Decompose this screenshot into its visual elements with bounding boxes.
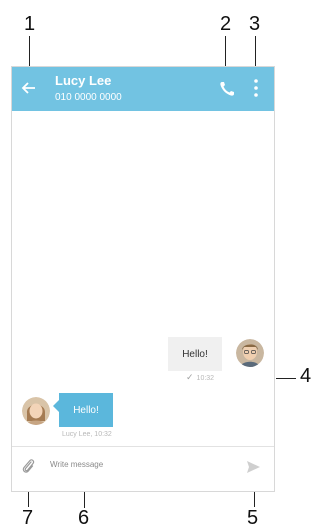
sender-avatar bbox=[22, 397, 50, 425]
callout-1: 1 bbox=[24, 13, 36, 35]
back-arrow-icon[interactable] bbox=[20, 79, 38, 97]
outgoing-message-text: Hello! bbox=[182, 348, 208, 360]
outgoing-message-meta: ✓ 10:32 bbox=[186, 372, 214, 383]
leader-line-4 bbox=[276, 378, 296, 379]
conversation-screen: Lucy Lee 010 0000 0000 Hello! ✓ 10:32 He… bbox=[11, 66, 275, 492]
incoming-message-text: Hello! bbox=[73, 404, 99, 416]
outgoing-message-bubble[interactable]: Hello! bbox=[168, 337, 222, 371]
callout-6: 6 bbox=[78, 507, 90, 529]
message-input[interactable]: Write message bbox=[50, 460, 103, 469]
attach-icon[interactable] bbox=[21, 457, 35, 475]
send-icon[interactable] bbox=[245, 459, 261, 475]
callout-7: 7 bbox=[22, 507, 34, 529]
more-vert-icon[interactable] bbox=[252, 77, 260, 99]
composer-divider bbox=[12, 446, 274, 447]
contact-name: Lucy Lee bbox=[55, 73, 112, 88]
outgoing-message-time: 10:32 bbox=[196, 375, 215, 382]
incoming-message-bubble[interactable]: Hello! bbox=[53, 393, 113, 427]
phone-icon[interactable] bbox=[217, 79, 237, 99]
check-icon: ✓ bbox=[186, 372, 194, 382]
app-bar: Lucy Lee 010 0000 0000 bbox=[12, 67, 274, 111]
callout-4: 4 bbox=[300, 365, 312, 387]
callout-2: 2 bbox=[220, 13, 232, 35]
contact-avatar bbox=[236, 339, 264, 367]
callout-5: 5 bbox=[247, 507, 259, 529]
incoming-message-meta: Lucy Lee, 10:32 bbox=[62, 431, 112, 438]
callout-3: 3 bbox=[249, 13, 261, 35]
contact-phone-number: 010 0000 0000 bbox=[55, 92, 122, 103]
